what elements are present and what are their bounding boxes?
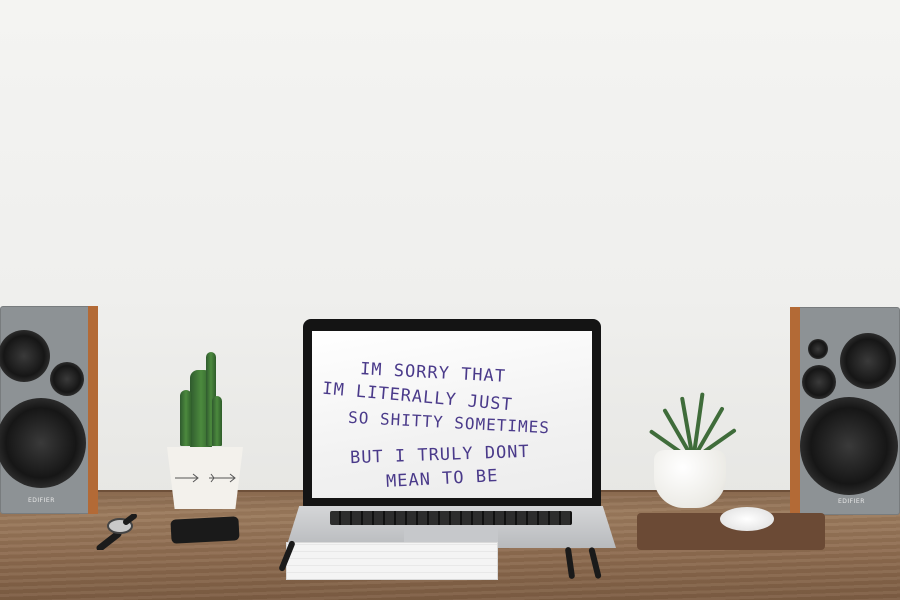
wristwatch: [96, 513, 138, 552]
tweeter: [840, 333, 896, 389]
note-line-4: BUT I TRULY DONT: [349, 441, 531, 469]
notebook: [286, 542, 498, 580]
desk-scene: EDIFIER EDIFIER IM SORRY THAT IM LITERAL…: [0, 0, 900, 600]
note-line-5: MEAN TO BE: [385, 466, 499, 492]
speaker-wood-side: [790, 307, 800, 515]
port: [802, 365, 836, 399]
woofer: [0, 398, 86, 488]
mouse: [720, 507, 774, 531]
handwritten-note: IM SORRY THAT IM LITERALLY JUST SO SHITT…: [312, 331, 592, 498]
port: [808, 339, 828, 359]
woofer: [800, 397, 898, 495]
left-speaker: EDIFIER: [0, 306, 98, 514]
speaker-brand-label: EDIFIER: [838, 498, 865, 505]
keyboard: [330, 511, 572, 525]
note-line-3: SO SHITTY SOMETIMES: [347, 407, 551, 438]
tweeter: [0, 330, 50, 382]
right-speaker: EDIFIER: [790, 307, 900, 515]
speaker-wood-side: [88, 306, 98, 514]
port: [50, 362, 84, 396]
note-line-1: IM SORRY THAT: [359, 359, 507, 387]
laptop-screen: IM SORRY THAT IM LITERALLY JUST SO SHITT…: [312, 331, 592, 498]
speaker-brand-label: EDIFIER: [28, 497, 55, 504]
smartphone: [170, 516, 240, 544]
cactus-arm: [180, 390, 192, 446]
white-pot: [167, 447, 243, 509]
white-pot: [654, 450, 726, 508]
arrow-pattern-icon: [175, 473, 236, 483]
cactus-arm: [212, 396, 222, 446]
